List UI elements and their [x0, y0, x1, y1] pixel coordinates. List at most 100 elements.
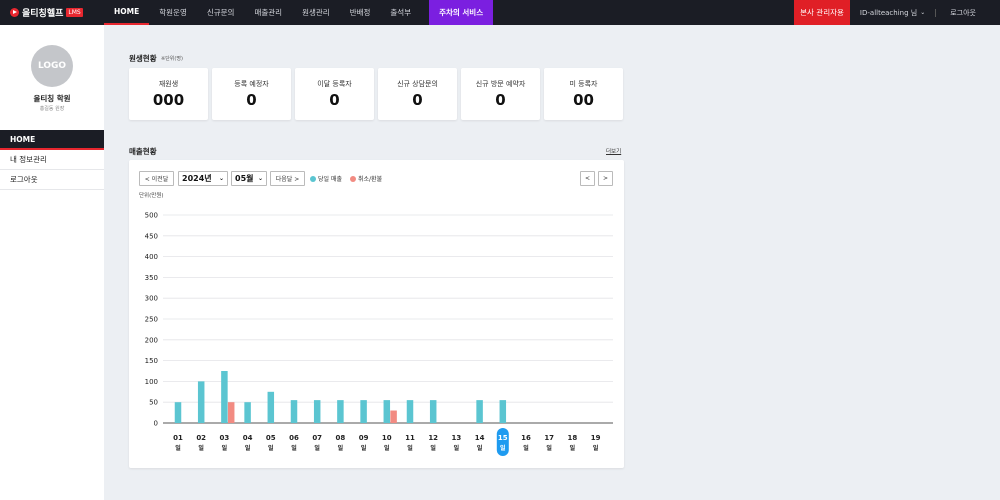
main-nav: HOME 학원운영 신규문의 매출관리 원생관리 반배정 출석부 주차의 서비스	[104, 0, 494, 25]
brand-logo[interactable]: 올티칭헬프 LMS	[10, 6, 102, 19]
sidebar: LOGO 올티칭 학원 홍길동 원장 HOME 내 정보관리 로그아웃	[0, 25, 104, 500]
y-tick-label: 0	[154, 420, 158, 428]
sidebar-item-logout[interactable]: 로그아웃	[0, 170, 104, 190]
x-tick-label: 03	[220, 434, 230, 442]
academy-logo: LOGO	[31, 45, 73, 87]
x-tick-label: 18	[568, 434, 578, 442]
x-tick-suffix: 일	[407, 444, 413, 452]
sales-bar-chart: 05010015020025030035040045050001일02일03일0…	[145, 212, 613, 456]
x-tick-suffix: 일	[430, 444, 436, 452]
x-tick-label: 04	[243, 434, 253, 442]
x-tick-label: 16	[521, 434, 531, 442]
more-link[interactable]: 더보기	[606, 147, 621, 155]
nav-student-management[interactable]: 원생관리	[292, 0, 340, 25]
sales-bar	[499, 400, 507, 423]
x-tick-suffix: 일	[175, 444, 181, 452]
admin-button[interactable]: 본사 관리자용	[794, 0, 850, 25]
stat-card-unregistered[interactable]: 미 등록자 00	[544, 68, 623, 120]
sales-bar	[313, 400, 321, 423]
y-tick-label: 200	[145, 336, 158, 344]
y-tick-label: 500	[145, 212, 158, 220]
nav-special-service[interactable]: 주차의 서비스	[429, 0, 494, 25]
x-tick-label: 12	[428, 434, 438, 442]
x-tick-label: 09	[359, 434, 369, 442]
stat-value: 0	[495, 91, 506, 109]
refund-bar	[227, 402, 235, 423]
stat-value: 00	[573, 91, 594, 109]
sales-bar	[244, 402, 251, 423]
x-tick-label: 11	[405, 434, 415, 442]
nav-class-assignment[interactable]: 반배정	[340, 0, 381, 25]
x-tick-label: 06	[289, 434, 299, 442]
y-tick-label: 350	[145, 274, 158, 282]
x-tick-label: 17	[544, 434, 554, 442]
x-tick-suffix: 일	[546, 444, 552, 452]
sidebar-item-home[interactable]: HOME	[0, 130, 104, 150]
stat-label: 미 등록자	[569, 80, 598, 88]
stat-label: 신규 방문 예약자	[475, 80, 526, 88]
y-tick-label: 450	[145, 232, 158, 240]
sales-bar	[429, 400, 437, 423]
stat-card-this-month[interactable]: 이달 등록자 0	[295, 68, 374, 120]
brand-lms-badge: LMS	[66, 8, 83, 17]
stat-card-new-inquiry[interactable]: 신규 상담문의 0	[378, 68, 457, 120]
stat-label: 등록 예정자	[234, 80, 269, 88]
x-tick-suffix: 일	[222, 444, 228, 452]
sales-bar	[290, 400, 298, 423]
nav-new-inquiry[interactable]: 신규문의	[197, 0, 245, 25]
x-tick-suffix: 일	[314, 444, 320, 452]
sales-bar	[360, 400, 367, 423]
x-tick-label: 07	[312, 434, 322, 442]
nav-home[interactable]: HOME	[104, 0, 150, 25]
academy-role: 홍길동 원장	[39, 106, 65, 112]
x-tick-suffix: 일	[291, 444, 297, 452]
nav-sales-management[interactable]: 매출관리	[244, 0, 292, 25]
x-tick-label: 13	[452, 434, 462, 442]
chevron-down-icon: ⌄	[920, 9, 926, 16]
top-navigation-bar: 올티칭헬프 LMS HOME 학원운영 신규문의 매출관리 원생관리 반배정 출…	[0, 0, 1000, 25]
sales-bar	[406, 400, 414, 423]
x-tick-label: 02	[196, 434, 206, 442]
stat-card-enrolled[interactable]: 재원생 000	[129, 68, 208, 120]
x-tick-suffix: 일	[361, 444, 367, 452]
y-tick-label: 250	[145, 316, 158, 324]
refund-bar	[390, 410, 397, 423]
academy-name: 올티칭 학원	[33, 94, 71, 103]
stat-card-planned[interactable]: 등록 예정자 0	[212, 68, 291, 120]
x-tick-label: 05	[266, 434, 276, 442]
status-section-title: 원생현황	[129, 54, 157, 63]
top-right-controls: 본사 관리자용 ID-allteaching 님 ⌄ 로그아웃	[794, 0, 1000, 25]
nav-attendance[interactable]: 출석부	[380, 0, 421, 25]
sales-bar	[337, 400, 344, 423]
x-tick-suffix: 일	[477, 444, 483, 452]
stat-value: 0	[329, 91, 340, 109]
user-menu[interactable]: ID-allteaching 님 ⌄	[850, 8, 935, 18]
x-tick-suffix: 일	[268, 444, 274, 452]
x-tick-label: 08	[336, 434, 346, 442]
x-tick-suffix: 일	[500, 444, 506, 452]
x-tick-suffix: 일	[593, 444, 599, 452]
stat-label: 재원생	[158, 80, 179, 88]
x-tick-suffix: 일	[523, 444, 529, 452]
x-tick-label: 01	[173, 434, 183, 442]
sales-panel: < 이전달 2024년 ⌄ 05월 ⌄ 다음달 > 당일 매출 취소/환불 < …	[129, 160, 624, 468]
status-unit-note: ※단위(명)	[161, 56, 183, 62]
nav-academy-operation[interactable]: 학원운영	[149, 0, 197, 25]
sidebar-item-my-info[interactable]: 내 정보관리	[0, 150, 104, 170]
sales-bar	[221, 371, 228, 423]
stat-value: 000	[152, 91, 185, 109]
sales-section-title: 매출현황	[129, 147, 157, 156]
stat-label: 이달 등록자	[317, 80, 352, 88]
sales-bar	[383, 400, 391, 423]
stat-card-visit-reservation[interactable]: 신규 방문 예약자 0	[461, 68, 540, 120]
sidebar-menu: HOME 내 정보관리 로그아웃	[0, 130, 104, 190]
y-tick-label: 300	[145, 295, 158, 303]
x-tick-label: 14	[475, 434, 485, 442]
sales-bar	[197, 381, 205, 423]
y-tick-label: 400	[145, 253, 158, 261]
x-tick-suffix: 일	[338, 444, 344, 452]
x-tick-label: 19	[591, 434, 601, 442]
y-tick-label: 150	[145, 357, 158, 365]
x-tick-suffix: 일	[384, 444, 390, 452]
logout-link[interactable]: 로그아웃	[936, 8, 1000, 18]
